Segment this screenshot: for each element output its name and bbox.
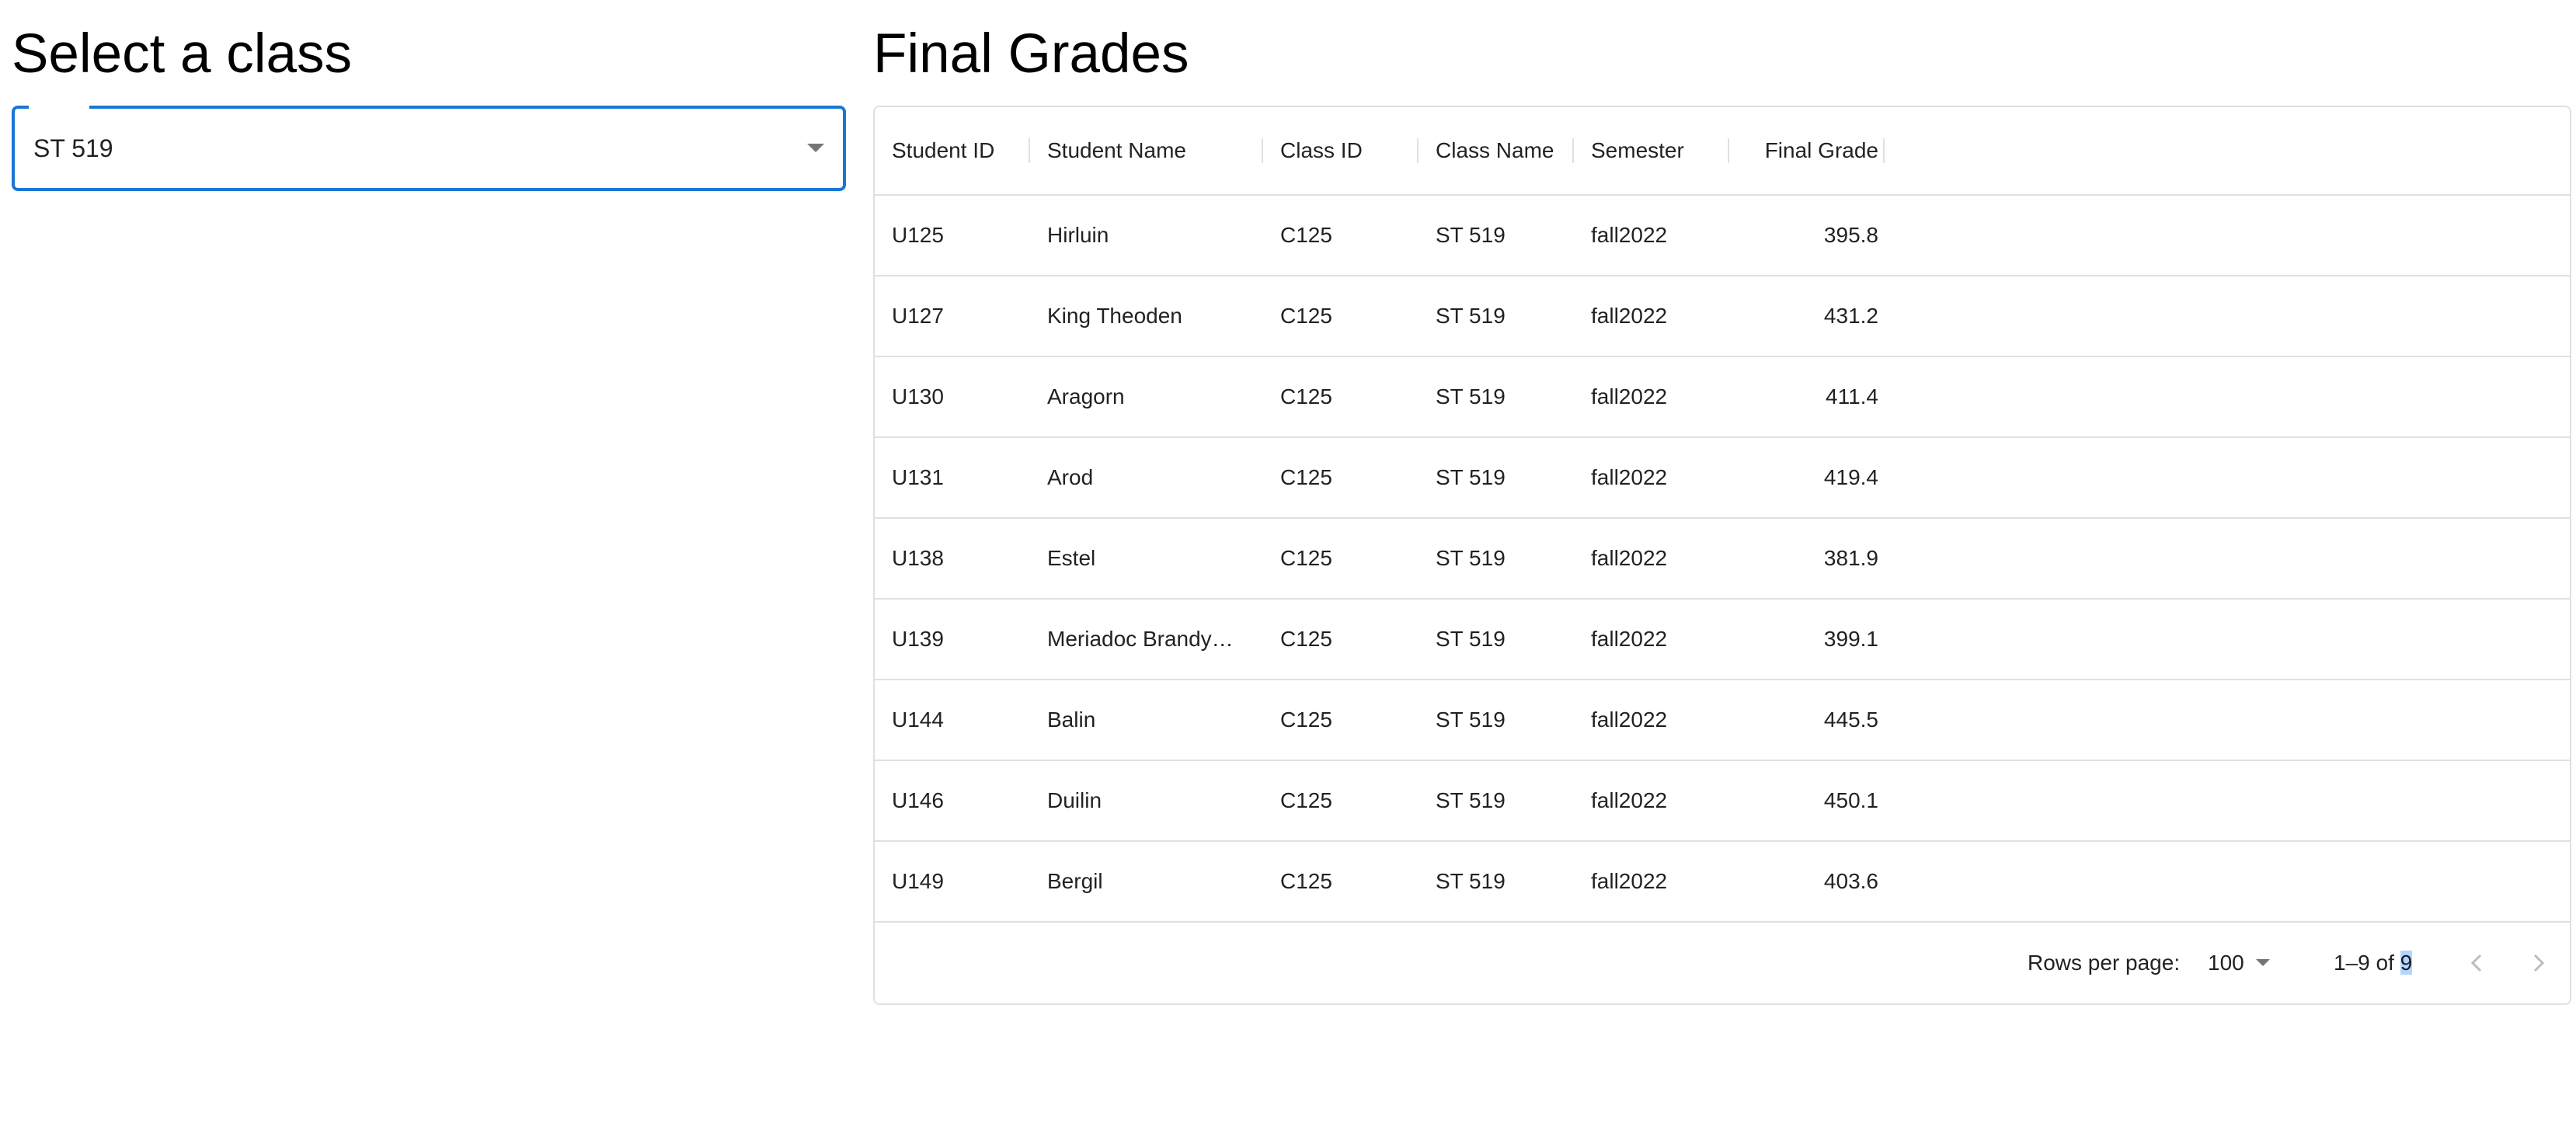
class-select[interactable]: ST 519: [12, 104, 846, 191]
rows-per-page-label: Rows per page:: [2028, 951, 2181, 975]
cell-student-name: Aragorn: [1047, 384, 1125, 409]
cell-class-id: C125: [1280, 223, 1332, 247]
cell-student-name: Estel: [1047, 546, 1096, 570]
cell-final-grade: 445.5: [1823, 708, 1878, 732]
cell-semester: fall2022: [1591, 546, 1668, 570]
cell-class-id: C125: [1280, 465, 1332, 489]
page: Select a class ST 519 Final Grades Stude…: [0, 0, 2576, 1123]
column-separator[interactable]: [1883, 138, 1885, 163]
cell-student-name: Bergil: [1047, 869, 1103, 893]
cell-student-id: U139: [892, 627, 944, 651]
cell-final-grade: 411.4: [1826, 384, 1878, 409]
table-row[interactable]: U127 King Theoden C125 ST 519 fall2022 4…: [875, 276, 2570, 357]
cell-semester: fall2022: [1591, 384, 1668, 409]
column-header-final-grade[interactable]: Final Grade: [1754, 107, 1878, 194]
next-page-button[interactable]: [2519, 943, 2559, 983]
cell-student-name: Balin: [1047, 708, 1096, 732]
table-row[interactable]: U146 Duilin C125 ST 519 fall2022 450.1: [875, 761, 2570, 842]
arrow-drop-down-icon: [807, 144, 824, 152]
cell-class-id: C125: [1280, 546, 1332, 570]
chevron-left-icon: [2470, 954, 2482, 972]
table-row[interactable]: U131 Arod C125 ST 519 fall2022 419.4: [875, 438, 2570, 519]
cell-student-id: U138: [892, 546, 944, 570]
cell-final-grade: 431.2: [1823, 304, 1878, 328]
select-class-heading: Select a class: [12, 23, 353, 85]
class-select-value: ST 519: [33, 134, 113, 162]
table-footer: Rows per page: 100 1–9 of 9: [875, 921, 2570, 1003]
cell-student-name: Meriadoc Brandy…: [1047, 627, 1234, 651]
rows-per-page-value: 100: [2208, 951, 2244, 975]
cell-semester: fall2022: [1591, 304, 1668, 328]
column-separator[interactable]: [1728, 138, 1729, 163]
cell-student-id: U125: [892, 223, 944, 247]
column-header-student-id[interactable]: Student ID: [892, 107, 994, 194]
column-header-student-name[interactable]: Student Name: [1047, 107, 1186, 194]
cell-final-grade: 403.6: [1823, 869, 1878, 893]
column-header-class-id[interactable]: Class ID: [1280, 107, 1363, 194]
cell-semester: fall2022: [1591, 788, 1668, 812]
cell-student-id: U146: [892, 788, 944, 812]
cell-student-id: U131: [892, 465, 944, 489]
cell-student-id: U130: [892, 384, 944, 409]
table-row[interactable]: U130 Aragorn C125 ST 519 fall2022 411.4: [875, 357, 2570, 438]
cell-class-name: ST 519: [1436, 627, 1506, 651]
cell-class-id: C125: [1280, 384, 1332, 409]
cell-student-id: U127: [892, 304, 944, 328]
cell-final-grade: 450.1: [1823, 788, 1878, 812]
column-separator[interactable]: [1572, 138, 1574, 163]
cell-final-grade: 381.9: [1823, 546, 1878, 570]
column-header-class-name[interactable]: Class Name: [1436, 107, 1554, 194]
previous-page-button[interactable]: [2456, 943, 2497, 983]
column-separator[interactable]: [1417, 138, 1419, 163]
cell-student-name: Arod: [1047, 465, 1094, 489]
table-row[interactable]: U125 Hirluin C125 ST 519 fall2022 395.8: [875, 196, 2570, 276]
table-row[interactable]: U144 Balin C125 ST 519 fall2022 445.5: [875, 680, 2570, 761]
cell-class-name: ST 519: [1436, 304, 1506, 328]
arrow-drop-down-icon: [2256, 959, 2270, 966]
cell-class-name: ST 519: [1436, 788, 1506, 812]
cell-class-name: ST 519: [1436, 384, 1506, 409]
cell-class-id: C125: [1280, 627, 1332, 651]
cell-semester: fall2022: [1591, 627, 1668, 651]
cell-student-name: King Theoden: [1047, 304, 1182, 328]
cell-class-id: C125: [1280, 788, 1332, 812]
cell-student-id: U149: [892, 869, 944, 893]
table-header: Student ID Student Name Class ID Class N…: [875, 107, 2570, 196]
cell-semester: fall2022: [1591, 708, 1668, 732]
pagination-range: 1–9 of 9: [2334, 923, 2413, 1003]
cell-class-name: ST 519: [1436, 546, 1506, 570]
pagination-range-prefix: 1–9 of: [2334, 951, 2400, 975]
cell-final-grade: 419.4: [1823, 465, 1878, 489]
chevron-right-icon: [2533, 954, 2545, 972]
cell-class-name: ST 519: [1436, 223, 1506, 247]
table-body: U125 Hirluin C125 ST 519 fall2022 395.8 …: [875, 196, 2570, 923]
cell-class-name: ST 519: [1436, 869, 1506, 893]
cell-student-name: Duilin: [1047, 788, 1102, 812]
cell-student-id: U144: [892, 708, 944, 732]
final-grades-table: Student ID Student Name Class ID Class N…: [873, 106, 2571, 1005]
pagination-range-total: 9: [2400, 951, 2413, 975]
cell-class-name: ST 519: [1436, 708, 1506, 732]
cell-student-name: Hirluin: [1047, 223, 1109, 247]
cell-semester: fall2022: [1591, 465, 1668, 489]
cell-class-name: ST 519: [1436, 465, 1506, 489]
cell-class-id: C125: [1280, 708, 1332, 732]
cell-class-id: C125: [1280, 869, 1332, 893]
column-header-semester[interactable]: Semester: [1591, 107, 1684, 194]
table-row[interactable]: U139 Meriadoc Brandy… C125 ST 519 fall20…: [875, 600, 2570, 680]
cell-final-grade: 395.8: [1823, 223, 1878, 247]
cell-semester: fall2022: [1591, 869, 1668, 893]
column-separator[interactable]: [1029, 138, 1030, 163]
cell-final-grade: 399.1: [1823, 627, 1878, 651]
table-row[interactable]: U149 Bergil C125 ST 519 fall2022 403.6: [875, 842, 2570, 923]
column-separator[interactable]: [1262, 138, 1263, 163]
final-grades-heading: Final Grades: [873, 23, 1189, 85]
cell-class-id: C125: [1280, 304, 1332, 328]
cell-semester: fall2022: [1591, 223, 1668, 247]
rows-per-page-select[interactable]: 100: [2208, 923, 2285, 1003]
table-row[interactable]: U138 Estel C125 ST 519 fall2022 381.9: [875, 519, 2570, 600]
